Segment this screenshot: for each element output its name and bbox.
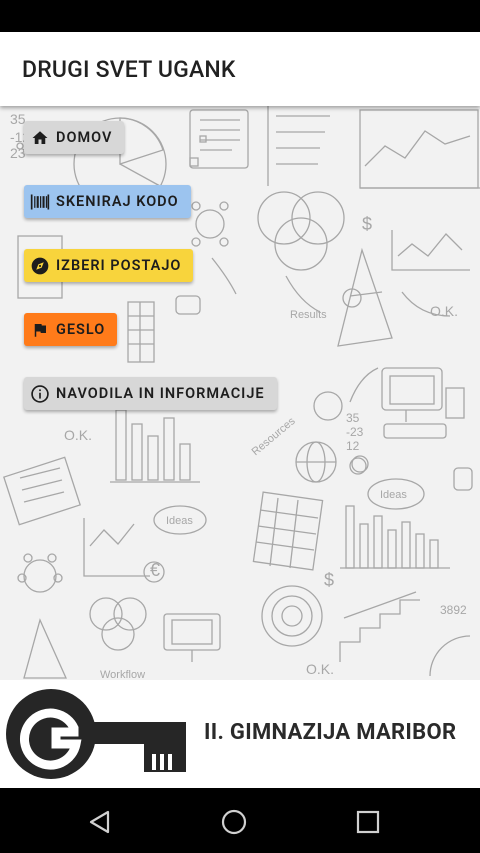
svg-text:O.K.: O.K. bbox=[430, 303, 458, 319]
choose-station-button-label: IZBERI POSTAJO bbox=[56, 257, 182, 274]
svg-text:O.K.: O.K. bbox=[306, 661, 334, 677]
home-button-label: DOMOV bbox=[56, 129, 113, 146]
svg-text:$: $ bbox=[324, 570, 334, 590]
scan-code-button[interactable]: SKENIRAJ KODO bbox=[24, 185, 191, 218]
choose-station-button[interactable]: IZBERI POSTAJO bbox=[24, 249, 194, 282]
home-circle-icon[interactable] bbox=[220, 808, 248, 836]
info-icon bbox=[30, 384, 50, 404]
password-button[interactable]: GESLO bbox=[24, 313, 118, 346]
footer-banner: II. GIMNAZIJA MARIBOR bbox=[0, 680, 480, 788]
svg-text:Workflow: Workflow bbox=[100, 669, 145, 680]
svg-text:Resources: Resources bbox=[250, 415, 298, 458]
system-nav-bar bbox=[0, 788, 480, 853]
home-button[interactable]: DOMOV bbox=[24, 121, 125, 154]
instructions-button[interactable]: NAVODILA IN INFORMACIJE bbox=[24, 377, 277, 410]
app-title: DRUGI SVET UGANK bbox=[22, 56, 236, 83]
barcode-icon bbox=[30, 192, 50, 212]
svg-text:-23: -23 bbox=[346, 425, 364, 439]
app-bar: DRUGI SVET UGANK bbox=[0, 32, 480, 106]
svg-text:35: 35 bbox=[346, 411, 360, 425]
svg-text:Ideas: Ideas bbox=[380, 489, 407, 501]
svg-text:$: $ bbox=[362, 214, 372, 234]
svg-text:3892: 3892 bbox=[440, 603, 467, 617]
home-icon bbox=[30, 128, 50, 148]
status-bar bbox=[0, 0, 480, 32]
scan-code-button-label: SKENIRAJ KODO bbox=[56, 193, 179, 210]
svg-text:Ideas: Ideas bbox=[166, 515, 193, 527]
recents-square-icon[interactable] bbox=[354, 808, 382, 836]
flag-icon bbox=[30, 320, 50, 340]
school-name: II. GIMNAZIJA MARIBOR bbox=[204, 720, 457, 745]
instructions-button-label: NAVODILA IN INFORMACIJE bbox=[56, 385, 265, 402]
school-key-logo bbox=[6, 689, 186, 779]
svg-text:12: 12 bbox=[346, 439, 360, 453]
svg-text:Results: Results bbox=[290, 309, 327, 321]
password-button-label: GESLO bbox=[56, 321, 106, 338]
main-content: 35 -12 23 $ O.K. Results 35 -23 12 Resou… bbox=[0, 106, 480, 680]
back-triangle-icon[interactable] bbox=[86, 808, 114, 836]
compass-icon bbox=[30, 256, 50, 276]
svg-text:O.K.: O.K. bbox=[64, 427, 92, 443]
